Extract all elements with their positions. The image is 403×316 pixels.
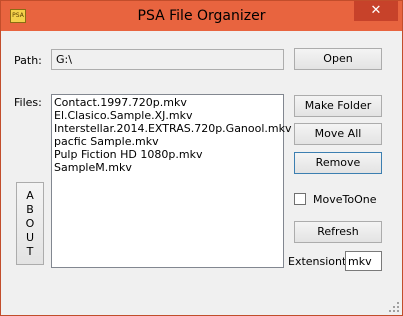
close-button[interactable]: ✕ xyxy=(354,1,398,21)
path-field[interactable]: G:\ xyxy=(51,49,284,70)
list-item[interactable]: Interstellar.2014.EXTRAS.720p.Ganool.mkv xyxy=(54,122,292,135)
extension-label: Extensiont: xyxy=(288,255,351,268)
extension-input[interactable]: mkv xyxy=(345,251,382,271)
about-letter: O xyxy=(25,217,35,230)
list-item[interactable]: Contact.1997.720p.mkv xyxy=(54,96,281,109)
list-item[interactable]: pacfic Sample.mkv xyxy=(54,135,281,148)
about-letter: U xyxy=(25,231,35,244)
remove-button[interactable]: Remove xyxy=(294,152,382,174)
path-value: G:\ xyxy=(56,53,72,66)
remove-label: Remove xyxy=(315,156,361,169)
resize-grip-icon[interactable] xyxy=(389,302,399,312)
window-title: PSA File Organizer xyxy=(137,8,266,24)
path-label: Path: xyxy=(14,54,42,67)
refresh-label: Refresh xyxy=(317,225,359,238)
refresh-button[interactable]: Refresh xyxy=(294,221,382,243)
move-to-one-label[interactable]: MoveToOne xyxy=(313,193,376,206)
list-item[interactable]: El.Clasico.Sample.XJ.mkv xyxy=(54,109,281,122)
list-item[interactable]: Pulp Fiction HD 1080p.mkv xyxy=(54,148,281,161)
move-to-one-checkbox[interactable] xyxy=(294,193,306,205)
make-folder-label: Make Folder xyxy=(304,99,372,112)
about-letter: B xyxy=(26,203,34,216)
about-button-label: A B O U T xyxy=(17,189,43,259)
list-item[interactable]: SampleM.mkv xyxy=(54,161,281,174)
close-icon: ✕ xyxy=(370,3,382,18)
open-button[interactable]: Open xyxy=(294,48,382,70)
extension-value: mkv xyxy=(348,255,372,268)
move-all-label: Move All xyxy=(314,127,362,140)
about-letter: A xyxy=(26,189,34,202)
open-button-label: Open xyxy=(323,52,353,65)
move-all-button[interactable]: Move All xyxy=(294,123,382,145)
title-bar[interactable]: PSA PSA File Organizer ✕ xyxy=(1,1,402,31)
about-button[interactable]: A B O U T xyxy=(16,182,44,265)
about-letter: T xyxy=(26,245,34,258)
files-listbox[interactable]: Contact.1997.720p.mkv El.Clasico.Sample.… xyxy=(51,94,292,268)
app-window: PSA PSA File Organizer ✕ Path: G:\ Open … xyxy=(0,0,403,316)
make-folder-button[interactable]: Make Folder xyxy=(294,95,382,117)
files-label: Files: xyxy=(14,96,42,109)
